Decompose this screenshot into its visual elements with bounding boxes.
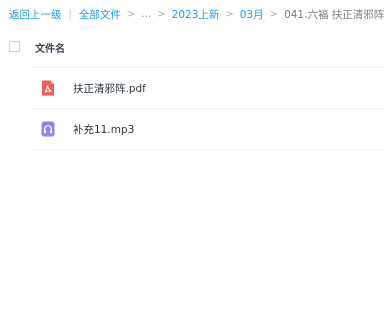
file-row[interactable]: 补充11.mp3 xyxy=(33,109,383,149)
breadcrumb-back-link[interactable]: 返回上一级 xyxy=(9,7,62,22)
audio-icon xyxy=(39,120,57,138)
breadcrumb-separator: > xyxy=(126,8,136,20)
file-name[interactable]: 扶正清邪阵.pdf xyxy=(73,81,146,96)
breadcrumb-separator: > xyxy=(269,8,279,20)
breadcrumb-folder-03-link[interactable]: 03月 xyxy=(240,7,264,22)
pdf-icon xyxy=(39,79,57,97)
file-name[interactable]: 补充11.mp3 xyxy=(73,122,134,137)
breadcrumb-folder-2023-link[interactable]: 2023上新 xyxy=(172,7,220,22)
column-header-filename[interactable]: 文件名 xyxy=(35,40,65,55)
breadcrumb-current-folder: 041.六福 扶正清邪阵 xyxy=(284,8,385,21)
breadcrumb-separator: > xyxy=(157,8,166,20)
breadcrumb-all-files-link[interactable]: 全部文件 xyxy=(79,7,121,22)
file-browser-page: 返回上一级 | 全部文件 > ... > 2023上新 > 03月 > 041.… xyxy=(0,0,386,310)
file-list-header: 文件名 xyxy=(0,36,386,60)
breadcrumb: 返回上一级 | 全部文件 > ... > 2023上新 > 03月 > 041.… xyxy=(9,6,384,22)
row-divider xyxy=(33,149,383,150)
breadcrumb-bar-separator: | xyxy=(68,8,72,20)
breadcrumb-separator: > xyxy=(225,8,234,20)
breadcrumb-ellipsis[interactable]: ... xyxy=(141,8,151,20)
select-all-checkbox[interactable] xyxy=(9,41,20,52)
file-row[interactable]: 扶正清邪阵.pdf xyxy=(33,68,383,108)
